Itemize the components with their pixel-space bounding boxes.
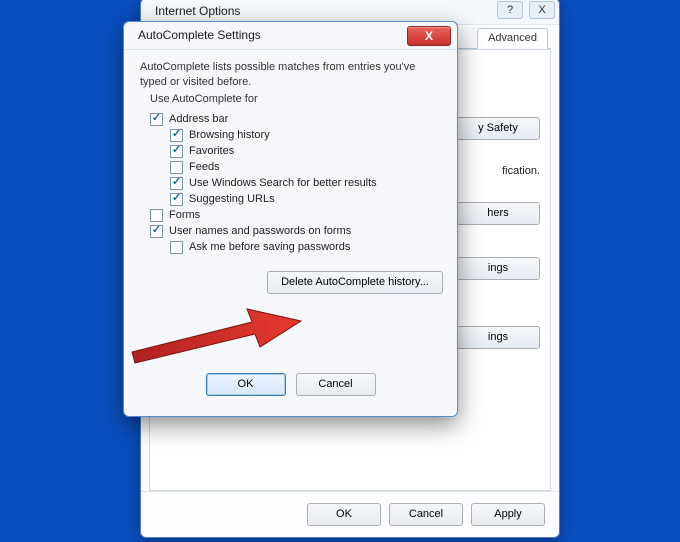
parent-footer: OK Cancel Apply bbox=[141, 491, 559, 537]
parent-window-title: Internet Options bbox=[155, 4, 240, 18]
autocomplete-settings-dialog: AutoComplete Settings X AutoComplete lis… bbox=[123, 21, 458, 417]
modal-subheader: Use AutoComplete for bbox=[150, 93, 445, 105]
checkbox-favorites[interactable]: Favorites bbox=[170, 145, 445, 158]
checkbox-browsing-history[interactable]: Browsing history bbox=[170, 129, 445, 142]
parent-cancel-button[interactable]: Cancel bbox=[389, 503, 463, 526]
safety-button[interactable]: y Safety bbox=[456, 117, 540, 140]
help-button[interactable]: ? bbox=[497, 1, 523, 19]
settings-button-1[interactable]: ings bbox=[456, 257, 540, 280]
parent-window-buttons: ? X bbox=[497, 1, 555, 19]
checkbox-label: Use Windows Search for better results bbox=[189, 177, 377, 189]
checkbox-label: Suggesting URLs bbox=[189, 193, 275, 205]
checkbox-icon bbox=[150, 113, 163, 126]
checkbox-label: Browsing history bbox=[189, 129, 270, 141]
modal-ok-button[interactable]: OK bbox=[206, 373, 286, 396]
checkbox-icon bbox=[150, 209, 163, 222]
info-text: fication. bbox=[502, 165, 540, 177]
checkbox-icon bbox=[170, 129, 183, 142]
modal-body: AutoComplete lists possible matches from… bbox=[136, 54, 445, 406]
delete-autocomplete-history-button[interactable]: Delete AutoComplete history... bbox=[267, 271, 443, 294]
parent-apply-button[interactable]: Apply bbox=[471, 503, 545, 526]
checkbox-address-bar[interactable]: Address bar bbox=[150, 113, 445, 126]
modal-cancel-button[interactable]: Cancel bbox=[296, 373, 376, 396]
checkbox-user-passwords[interactable]: User names and passwords on forms bbox=[150, 225, 445, 238]
modal-title: AutoComplete Settings bbox=[138, 28, 261, 42]
settings-button-2[interactable]: ings bbox=[456, 326, 540, 349]
checkbox-icon bbox=[170, 177, 183, 190]
checkbox-icon bbox=[170, 145, 183, 158]
checkbox-suggesting-urls[interactable]: Suggesting URLs bbox=[170, 193, 445, 206]
others-button[interactable]: hers bbox=[456, 202, 540, 225]
parent-close-button[interactable]: X bbox=[529, 1, 555, 19]
modal-close-button[interactable]: X bbox=[407, 26, 451, 46]
parent-ok-button[interactable]: OK bbox=[307, 503, 381, 526]
checkbox-forms[interactable]: Forms bbox=[150, 209, 445, 222]
checkbox-label: Ask me before saving passwords bbox=[189, 241, 350, 253]
checkbox-windows-search[interactable]: Use Windows Search for better results bbox=[170, 177, 445, 190]
checkbox-label: Feeds bbox=[189, 161, 220, 173]
checkbox-ask-before-saving[interactable]: Ask me before saving passwords bbox=[170, 241, 445, 254]
modal-footer: OK Cancel bbox=[136, 362, 445, 406]
tab-advanced[interactable]: Advanced bbox=[477, 28, 548, 49]
checkbox-label: Forms bbox=[169, 209, 200, 221]
checkbox-label: Address bar bbox=[169, 113, 228, 125]
checkbox-icon bbox=[170, 161, 183, 174]
modal-description: AutoComplete lists possible matches from… bbox=[140, 60, 445, 91]
checkbox-icon bbox=[170, 241, 183, 254]
checkbox-icon bbox=[150, 225, 163, 238]
checkbox-label: User names and passwords on forms bbox=[169, 225, 351, 237]
modal-title-bar: AutoComplete Settings X bbox=[124, 22, 457, 50]
close-icon: X bbox=[425, 29, 433, 43]
checkbox-icon bbox=[170, 193, 183, 206]
checkbox-label: Favorites bbox=[189, 145, 234, 157]
checkbox-feeds[interactable]: Feeds bbox=[170, 161, 445, 174]
